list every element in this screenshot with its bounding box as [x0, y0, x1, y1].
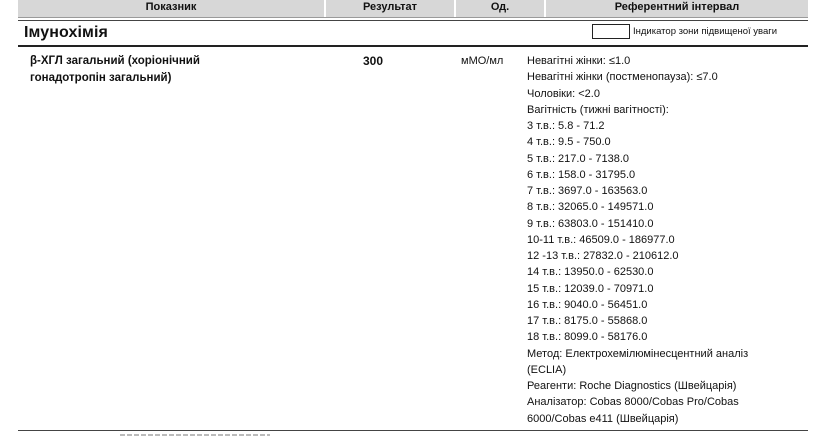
reference-line: Вагітність (тижні вагітності): [527, 103, 669, 116]
reference-line: 6000/Cobas e411 (Швейцарія) [527, 412, 679, 425]
reference-line: Невагітні жінки (постменопауза): ≤7.0 [527, 71, 718, 84]
test-result-value: 300 [363, 54, 384, 68]
header-reference: Референтний інтервал [614, 1, 740, 13]
attention-indicator: Індикатор зони підвищеної уваги [592, 24, 777, 39]
test-name-line: β-ХГЛ загальний (хоріонічний [30, 55, 200, 67]
section-divider-bottom [18, 45, 808, 47]
reference-line: 8 т.в.: 32065.0 - 149571.0 [527, 201, 654, 214]
reference-line: 12 -13 т.в.: 27832.0 - 210612.0 [527, 250, 679, 262]
reference-line: 9 т.в.: 63803.0 - 151410.0 [527, 217, 654, 230]
header-result: Результат [326, 0, 456, 17]
reference-line: 4 т.в.: 9.5 - 750.0 [527, 136, 611, 149]
test-unit: мМО/мл [461, 55, 504, 67]
reference-line: 10-11 т.в.: 46509.0 - 186977.0 [527, 233, 675, 246]
header-unit: Од. [456, 0, 546, 17]
reference-line: 15 т.в.: 12039.0 - 70971.0 [527, 282, 654, 295]
reference-line: Невагітні жінки: ≤1.0 [527, 55, 631, 67]
section-divider-top [18, 20, 808, 21]
reference-line: 16 т.в.: 9040.0 - 56451.0 [527, 298, 648, 311]
reference-line: 17 т.в.: 8175.0 - 55868.0 [527, 315, 648, 327]
reference-line: 18 т.в.: 8099.0 - 58176.0 [527, 331, 648, 344]
reference-line: 6 т.в.: 158.0 - 31795.0 [527, 168, 636, 181]
footer-cut-off-text [120, 432, 270, 436]
results-table-header: Показник Результат Од. Референтний інтер… [18, 0, 808, 18]
reference-line: Метод: Електрохемілюмінесцентний аналіз [527, 347, 749, 360]
header-name: Показник [18, 0, 326, 17]
reference-line: 14 т.в.: 13950.0 - 62530.0 [527, 266, 654, 279]
reference-line: Реагенти: Roche Diagnostics (Швейцарія) [527, 380, 737, 392]
reference-line: (ECLIA) [527, 363, 567, 376]
test-name-line: гонадотропін загальний) [30, 72, 172, 84]
reference-line: Чоловіки: <2.0 [527, 87, 600, 100]
attention-indicator-label: Індикатор зони підвищеної уваги [633, 26, 778, 37]
table-bottom-rule [18, 430, 808, 431]
reference-line: 7 т.в.: 3697.0 - 163563.0 [527, 185, 648, 197]
reference-interval: Невагітні жінки: ≤1.0 Невагітні жінки (по… [527, 53, 772, 427]
section-title: Імунохімія [24, 24, 108, 41]
test-name: β-ХГЛ загальний (хоріонічний гонадотропі… [30, 53, 280, 87]
reference-line: Аналізатор: Cobas 8000/Cobas Pro/Cobas [527, 396, 739, 409]
reference-line: 3 т.в.: 5.8 - 71.2 [527, 120, 605, 132]
reference-line: 5 т.в.: 217.0 - 7138.0 [527, 152, 630, 165]
attention-indicator-box [592, 24, 630, 39]
